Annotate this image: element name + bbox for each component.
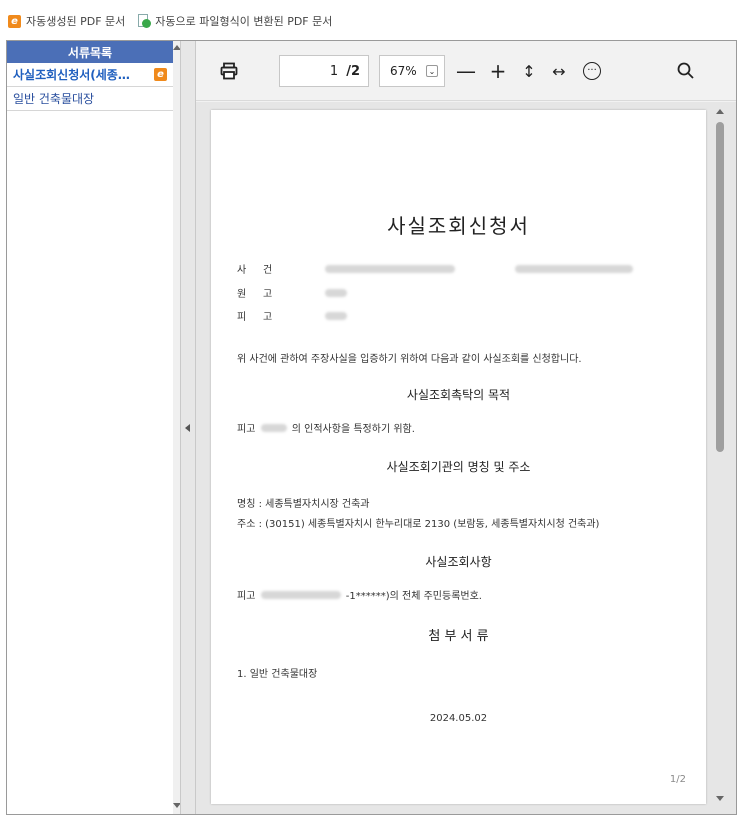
document-list-item-label: 사실조회신청서(세종… — [13, 68, 130, 82]
document-list-panel: 서류목록 사실조회신청서(세종… e 일반 건축물대장 — [7, 41, 181, 814]
legend-auto-generated-label: 자동생성된 PDF 문서 — [26, 15, 126, 28]
page-number-input[interactable]: 1 /2 — [279, 55, 369, 87]
document-list-item-label: 일반 건축물대장 — [13, 92, 95, 106]
redacted-text — [260, 424, 287, 432]
redacted-text — [325, 264, 455, 273]
plaintiff-row: 원 고 — [237, 285, 347, 300]
fit-height-button[interactable]: ↕ — [515, 57, 543, 85]
institution-name: 명칭 : 세종특별자치시장 건축과 — [237, 499, 370, 510]
heading-attachments: 첨 부 서 류 — [428, 629, 489, 644]
legend-auto-generated: e 자동생성된 PDF 문서 — [8, 13, 125, 29]
current-page: 1 — [329, 63, 339, 79]
collapse-panel-icon[interactable] — [185, 424, 190, 432]
scroll-up-arrow-icon[interactable] — [716, 109, 724, 114]
zoom-in-button[interactable]: + — [484, 57, 512, 85]
document-viewer-frame: 서류목록 사실조회신청서(세종… e 일반 건축물대장 1 /2 67% ⌄ —… — [6, 40, 737, 815]
zoom-out-button[interactable]: — — [452, 57, 480, 85]
print-icon[interactable] — [220, 62, 238, 80]
case-row: 사 건 — [237, 261, 633, 276]
page-number-footer: 1/2 — [669, 774, 686, 785]
panel-splitter[interactable] — [180, 41, 196, 814]
chevron-down-icon: ⌄ — [426, 65, 438, 77]
scrollbar-thumb[interactable] — [716, 122, 724, 452]
heading-items: 사실조회사항 — [425, 555, 492, 569]
auto-generated-pdf-icon: e — [8, 14, 21, 28]
scroll-down-arrow-icon[interactable] — [716, 796, 724, 801]
legend-auto-converted: 자동으로 파일형식이 변환된 PDF 문서 — [137, 13, 332, 29]
pdf-toolbar: 1 /2 67% ⌄ — + ↕ ↔ ··· — [196, 41, 736, 101]
defendant-row: 피 고 — [237, 308, 347, 323]
fit-width-button[interactable]: ↔ — [545, 57, 573, 85]
institution-address: 주소 : (30151) 세종특별자치시 한누리대로 2130 (보람동, 세종… — [237, 519, 600, 530]
redacted-text — [260, 591, 341, 599]
heading-institution: 사실조회기관의 명칭 및 주소 — [386, 460, 531, 474]
document-list-item-fact-inquiry[interactable]: 사실조회신청서(세종… e — [7, 63, 173, 87]
more-options-icon: ··· — [583, 62, 601, 80]
legend-auto-converted-label: 자동으로 파일형식이 변환된 PDF 문서 — [155, 15, 333, 28]
auto-generated-pdf-icon: e — [154, 68, 167, 81]
document-list-header: 서류목록 — [7, 41, 173, 63]
pdf-page: 사실조회신청서 사 건 원 고 피 고 위 사건에 관하여 주장사실을 입증하기… — [211, 110, 706, 804]
search-icon[interactable] — [676, 61, 696, 81]
redacted-text — [515, 264, 633, 273]
legend: e 자동생성된 PDF 문서 자동으로 파일형식이 변환된 PDF 문서 — [8, 12, 344, 30]
document-date: 2024.05.02 — [429, 713, 488, 724]
redacted-text — [325, 311, 347, 320]
attachment-item-1: 1. 일반 건축물대장 — [237, 669, 318, 680]
vertical-arrows-icon: ↕ — [522, 61, 536, 81]
plus-icon: + — [489, 59, 507, 83]
total-pages: /2 — [346, 63, 360, 79]
document-list-item-building-register[interactable]: 일반 건축물대장 — [7, 87, 173, 111]
redacted-text — [325, 288, 347, 297]
heading-purpose: 사실조회촉탁의 목적 — [406, 388, 511, 402]
purpose-text: 피고 의 인적사항을 특정하기 위함. — [237, 424, 415, 435]
zoom-select[interactable]: 67% ⌄ — [379, 55, 445, 87]
more-options-button[interactable]: ··· — [578, 57, 606, 85]
horizontal-arrows-icon: ↔ — [552, 61, 566, 81]
zoom-value: 67% — [390, 64, 417, 78]
document-list-scrollbar[interactable] — [173, 41, 181, 814]
pdf-viewer: 1 /2 67% ⌄ — + ↕ ↔ ··· 사실조회신청서 사 건 원 고 피… — [196, 41, 736, 814]
pdf-page-area: 사실조회신청서 사 건 원 고 피 고 위 사건에 관하여 주장사실을 입증하기… — [196, 102, 736, 814]
items-text: 피고 -1******)의 전체 주민등록번호. — [237, 591, 482, 602]
document-title: 사실조회신청서 — [387, 214, 530, 238]
intro-text: 위 사건에 관하여 주장사실을 입증하기 위하여 다음과 같이 사실조회를 신청… — [237, 354, 582, 365]
minus-icon: — — [456, 59, 476, 83]
converted-pdf-icon — [137, 14, 152, 28]
pdf-scrollbar[interactable] — [713, 102, 727, 814]
